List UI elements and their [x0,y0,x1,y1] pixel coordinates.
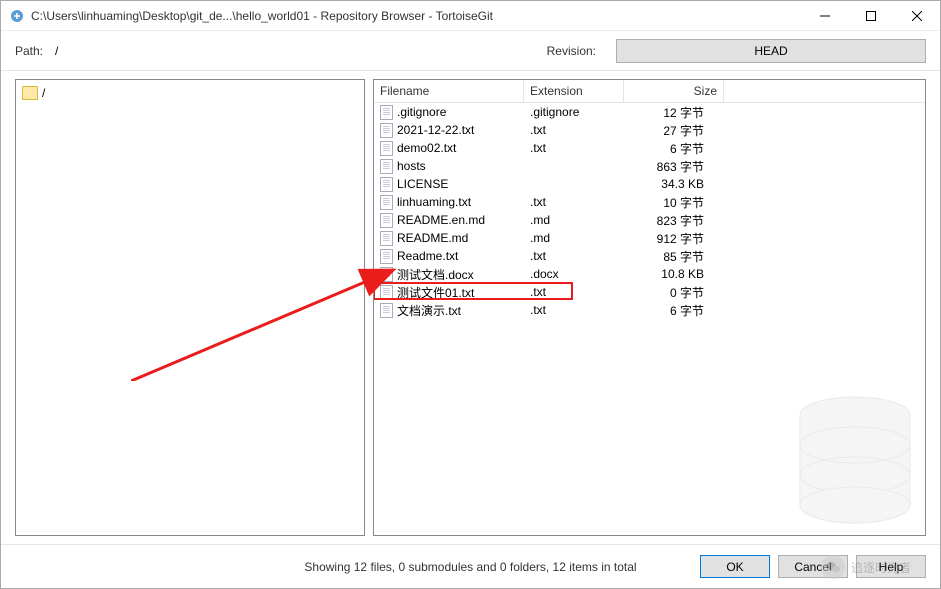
file-icon [380,177,393,192]
file-name: 2021-12-22.txt [397,123,474,137]
file-name: 测试文件01.txt [397,284,474,301]
table-row[interactable]: 2021-12-22.txt .txt27 字节 [374,121,925,139]
content: / Filename Extension Size .gitignore .git… [1,71,940,544]
file-icon [380,231,393,246]
tree-root-label: / [42,86,45,100]
titlebar-left: C:\Users\linhuaming\Desktop\git_de...\he… [9,8,493,24]
table-row[interactable]: hosts 863 字节 [374,157,925,175]
file-icon [380,267,393,282]
file-icon [380,141,393,156]
file-extension: .md [524,213,624,227]
table-row[interactable]: linhuaming.txt .txt10 字节 [374,193,925,211]
file-extension: .txt [524,303,624,317]
file-name: 文档演示.txt [397,302,461,319]
file-size: 912 字节 [624,230,724,247]
file-size: 12 字节 [624,104,724,121]
column-size[interactable]: Size [624,80,724,102]
file-size: 6 字节 [624,302,724,319]
tree-pane[interactable]: / [15,79,365,536]
close-button[interactable] [894,1,940,31]
file-size: 6 字节 [624,140,724,157]
file-extension: .txt [524,123,624,137]
file-size: 27 字节 [624,122,724,139]
table-row[interactable]: 测试文档.docx .docx10.8 KB [374,265,925,283]
minimize-button[interactable] [802,1,848,31]
window: C:\Users\linhuaming\Desktop\git_de...\he… [0,0,941,589]
table-row[interactable]: README.md .md912 字节 [374,229,925,247]
file-icon [380,195,393,210]
file-size: 823 字节 [624,212,724,229]
file-name: demo02.txt [397,141,456,155]
file-size: 0 字节 [624,284,724,301]
file-size: 34.3 KB [624,177,724,191]
table-row[interactable]: Readme.txt .txt85 字节 [374,247,925,265]
file-name: 测试文档.docx [397,266,474,283]
file-name: LICENSE [397,177,448,191]
file-name: .gitignore [397,105,446,119]
file-icon [380,285,393,300]
revision-label: Revision: [547,44,596,58]
titlebar: C:\Users\linhuaming\Desktop\git_de...\he… [1,1,940,31]
ok-button[interactable]: OK [700,555,770,578]
file-extension: .txt [524,285,624,299]
app-icon [9,8,25,24]
head-button[interactable]: HEAD [616,39,926,63]
database-watermark-icon [795,395,915,525]
file-icon [380,159,393,174]
maximize-button[interactable] [848,1,894,31]
tree-root-item[interactable]: / [20,84,360,102]
file-name: hosts [397,159,426,173]
file-name: README.en.md [397,213,485,227]
file-name: linhuaming.txt [397,195,471,209]
statusbar: Showing 12 files, 0 submodules and 0 fol… [1,544,940,588]
list-header: Filename Extension Size [374,80,925,103]
help-button[interactable]: Help [856,555,926,578]
table-row[interactable]: .gitignore.gitignore12 字节 [374,103,925,121]
file-extension: .txt [524,249,624,263]
file-name: Readme.txt [397,249,458,263]
file-extension: .md [524,231,624,245]
file-list-pane: Filename Extension Size .gitignore .gitig… [373,79,926,536]
table-row[interactable]: 测试文件01.txt .txt0 字节 [374,283,925,301]
file-icon [380,123,393,138]
file-size: 10.8 KB [624,267,724,281]
file-extension: .gitignore [524,105,624,119]
column-filename[interactable]: Filename [374,80,524,102]
cancel-button[interactable]: Cancel [778,555,848,578]
table-row[interactable]: LICENSE 34.3 KB [374,175,925,193]
window-controls [802,1,940,31]
path-label: Path: [15,44,43,58]
table-row[interactable]: demo02.txt .txt6 字节 [374,139,925,157]
file-icon [380,249,393,264]
file-extension: .txt [524,141,624,155]
toolbar: Path: / Revision: HEAD [1,31,940,71]
column-extension[interactable]: Extension [524,80,624,102]
file-icon [380,105,393,120]
file-size: 85 字节 [624,248,724,265]
file-size: 10 字节 [624,194,724,211]
file-size: 863 字节 [624,158,724,175]
path-value: / [55,44,58,58]
file-icon [380,303,393,318]
folder-icon [22,86,38,100]
table-row[interactable]: 文档演示.txt .txt6 字节 [374,301,925,319]
file-extension: .txt [524,195,624,209]
window-title: C:\Users\linhuaming\Desktop\git_de...\he… [31,9,493,23]
file-name: README.md [397,231,468,245]
table-row[interactable]: README.en.md .md823 字节 [374,211,925,229]
file-icon [380,213,393,228]
file-extension: .docx [524,267,624,281]
